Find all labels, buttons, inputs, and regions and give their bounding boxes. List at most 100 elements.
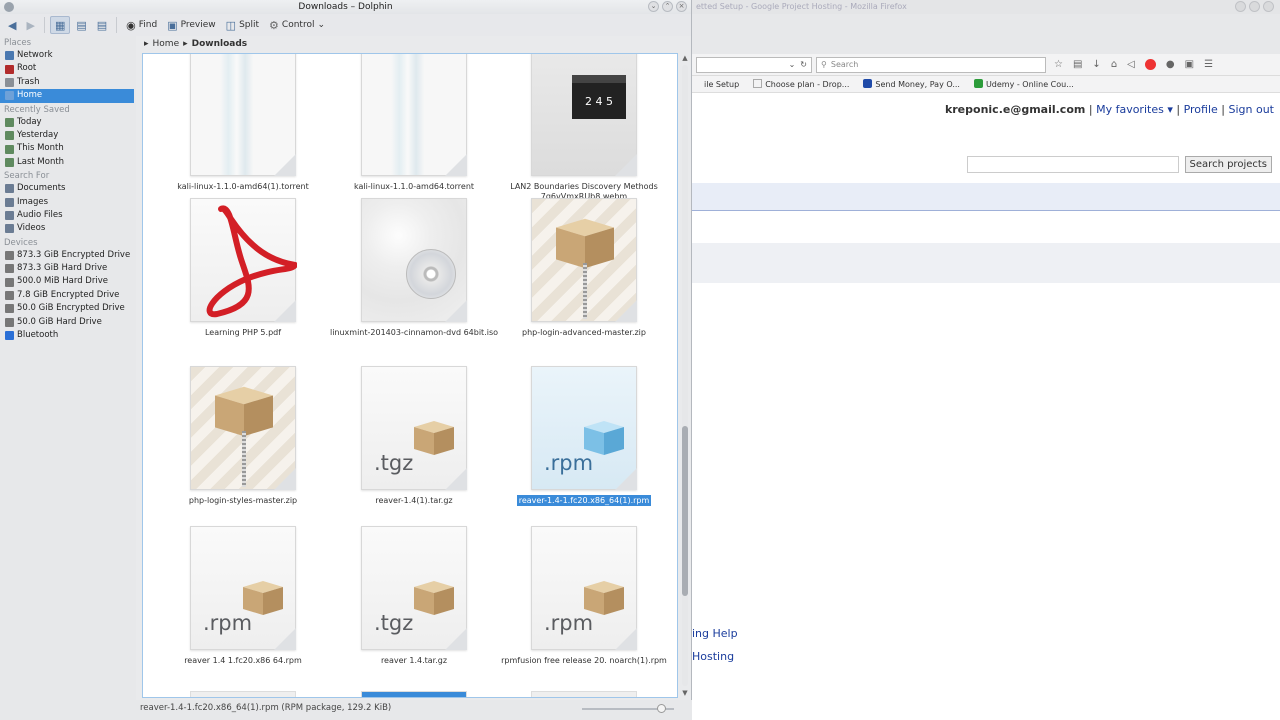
details-view-button[interactable]: ▤ xyxy=(93,16,111,34)
device-item[interactable]: 500.0 MiB Hard Drive xyxy=(0,275,136,288)
file-item[interactable]: 2 4 5 LAN2 Boundaries Discovery Methods 7… xyxy=(499,54,669,212)
scroll-down-icon[interactable]: ▼ xyxy=(680,688,690,698)
search-bar[interactable]: ⚲ Search xyxy=(816,56,1046,73)
file-name-text: Learning PHP 5.pdf xyxy=(204,328,282,337)
places-item[interactable]: Home xyxy=(0,89,134,103)
library-icon[interactable]: ▤ xyxy=(1073,59,1082,70)
device-item[interactable]: 873.3 GiB Hard Drive xyxy=(0,262,136,275)
file-item-partial[interactable] xyxy=(361,691,467,697)
device-item[interactable]: 873.3 GiB Encrypted Drive xyxy=(0,249,136,262)
file-item[interactable]: linuxmint-201403-cinnamon-dvd 64bit.iso xyxy=(329,198,499,358)
help-link[interactable]: ing Help xyxy=(692,627,738,640)
chat-icon[interactable]: ● xyxy=(1166,59,1175,70)
places-item[interactable]: Root xyxy=(0,62,136,75)
scroll-thumb[interactable] xyxy=(682,426,688,596)
search-for-item[interactable]: Images xyxy=(0,196,136,209)
file-thumbnail[interactable] xyxy=(361,54,467,176)
compact-view-button[interactable]: ▤ xyxy=(72,16,90,34)
maximize-button[interactable]: ⌃ xyxy=(662,1,673,12)
star-icon[interactable]: ☆ xyxy=(1054,59,1063,70)
file-item[interactable]: kali-linux-1.1.0-amd64.torrent xyxy=(329,54,499,212)
profile-link[interactable]: Profile xyxy=(1184,103,1218,116)
bookmark-item[interactable]: ile Setup xyxy=(692,79,739,89)
zoom-slider-handle[interactable] xyxy=(657,704,667,713)
bookmark-item[interactable]: Choose plan - Drop... xyxy=(753,79,849,89)
split-button[interactable]: ◫ Split xyxy=(222,16,263,34)
file-item[interactable]: kali-linux-1.1.0-amd64(1).torrent xyxy=(158,54,328,212)
my-favorites-link[interactable]: My favorites ▾ xyxy=(1096,103,1173,116)
search-for-item[interactable]: Videos xyxy=(0,222,136,235)
dropdown-arrow-icon[interactable]: ⌄ xyxy=(789,60,796,69)
file-thumbnail[interactable] xyxy=(190,54,296,176)
file-item[interactable]: .tgz reaver-1.4(1).tar.gz xyxy=(329,366,499,526)
file-view[interactable]: kali-linux-1.1.0-amd64(1).torrent kali-li… xyxy=(142,53,678,698)
download-icon[interactable]: ↓ xyxy=(1092,59,1100,70)
adblock-icon[interactable] xyxy=(1144,59,1156,70)
breadcrumb-current[interactable]: Downloads xyxy=(192,39,248,49)
file-item-partial[interactable] xyxy=(531,691,637,697)
icons-view-button[interactable]: ▦ xyxy=(49,16,71,34)
breadcrumb-home[interactable]: Home xyxy=(153,39,180,49)
file-thumbnail[interactable] xyxy=(361,198,467,322)
file-item[interactable]: .rpm reaver-1.4-1.fc20.x86_64(1).rpm xyxy=(499,366,669,526)
file-thumbnail[interactable]: .rpm xyxy=(531,526,637,650)
places-item[interactable]: Network xyxy=(0,49,136,62)
bookmark-item[interactable]: Udemy - Online Cou... xyxy=(973,79,1074,89)
places-list: Network Root Trash Home xyxy=(0,49,136,103)
file-thumbnail[interactable]: .tgz xyxy=(361,526,467,650)
dolphin-toolbar: ◀ ▶ ▦ ▤ ▤ ◉ Find ▣ Preview ◫ Split ⚙ Control… xyxy=(0,14,691,36)
pocket-icon[interactable]: ◁ xyxy=(1127,59,1135,70)
zoom-slider[interactable] xyxy=(582,704,674,713)
minimize-button[interactable] xyxy=(1235,1,1246,12)
file-item[interactable]: php-login-styles-master.zip xyxy=(158,366,328,526)
device-item[interactable]: Bluetooth xyxy=(0,329,136,342)
recently-saved-item[interactable]: Today xyxy=(0,116,136,129)
scroll-up-icon[interactable]: ▲ xyxy=(680,53,690,63)
url-bar[interactable]: ⌄ ↻ xyxy=(696,56,812,73)
hosting-link[interactable]: Hosting xyxy=(692,650,734,663)
sign-out-link[interactable]: Sign out xyxy=(1228,103,1274,116)
search-for-item[interactable]: Audio Files xyxy=(0,209,136,222)
file-thumbnail[interactable] xyxy=(531,198,637,322)
recently-saved-item[interactable]: Yesterday xyxy=(0,129,136,142)
device-item[interactable]: 50.0 GiB Hard Drive xyxy=(0,316,136,329)
file-item[interactable]: .tgz reaver 1.4.tar.gz xyxy=(329,526,499,686)
file-thumbnail[interactable] xyxy=(190,198,297,322)
close-button[interactable] xyxy=(1263,1,1274,12)
minimize-button[interactable]: ⌄ xyxy=(648,1,659,12)
menu-icon[interactable]: ☰ xyxy=(1204,59,1213,70)
file-item[interactable]: .rpm rpmfusion free release 20. noarch(1)… xyxy=(499,526,669,686)
recently-saved-item[interactable]: Last Month xyxy=(0,156,136,169)
dolphin-app-icon[interactable] xyxy=(4,2,14,12)
back-button[interactable]: ◀ xyxy=(4,16,20,34)
places-item[interactable]: Trash xyxy=(0,76,136,89)
maximize-button[interactable] xyxy=(1249,1,1260,12)
control-button[interactable]: ⚙ Control ⌄ xyxy=(265,16,329,34)
file-thumbnail[interactable]: .rpm xyxy=(531,366,637,490)
reload-icon[interactable]: ↻ xyxy=(800,60,807,69)
recently-saved-item-label: Last Month xyxy=(17,156,65,167)
lock-icon[interactable]: ▣ xyxy=(1185,59,1194,70)
project-search-input[interactable] xyxy=(966,156,1179,173)
find-button[interactable]: ◉ Find xyxy=(122,16,161,34)
search-projects-button[interactable]: Search projects xyxy=(1184,156,1272,173)
device-item[interactable]: 50.0 GiB Encrypted Drive xyxy=(0,302,136,315)
close-button[interactable]: × xyxy=(676,1,687,12)
file-item[interactable]: php-login-advanced-master.zip xyxy=(499,198,669,358)
device-item[interactable]: 7.8 GiB Encrypted Drive xyxy=(0,289,136,302)
bookmark-item[interactable]: Send Money, Pay O... xyxy=(863,79,960,89)
vertical-scrollbar[interactable]: ▲ ▼ xyxy=(680,53,690,698)
file-item[interactable]: Learning PHP 5.pdf xyxy=(158,198,328,358)
file-item-partial[interactable] xyxy=(190,691,296,697)
file-thumbnail[interactable] xyxy=(190,366,296,490)
preview-button[interactable]: ▣ Preview xyxy=(163,16,219,34)
file-thumbnail[interactable]: 2 4 5 xyxy=(531,54,637,176)
recently-saved-item[interactable]: This Month xyxy=(0,142,136,155)
file-item[interactable]: .rpm reaver 1.4 1.fc20.x86 64.rpm xyxy=(158,526,328,686)
home-icon[interactable]: ⌂ xyxy=(1111,59,1117,70)
file-name: Learning PHP 5.pdf xyxy=(158,328,328,338)
forward-button[interactable]: ▶ xyxy=(22,16,38,34)
file-thumbnail[interactable]: .tgz xyxy=(361,366,467,490)
file-thumbnail[interactable]: .rpm xyxy=(190,526,296,650)
search-for-item[interactable]: Documents xyxy=(0,182,136,195)
